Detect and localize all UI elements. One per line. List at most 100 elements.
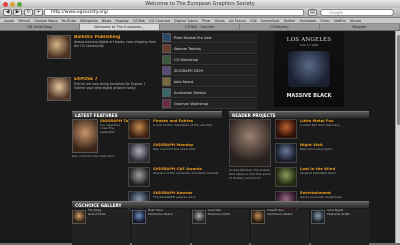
ad-subtitle: AUG 3-7 2009 bbox=[299, 44, 319, 47]
gallery-image bbox=[191, 210, 206, 224]
list-item[interactable]: Gnomon Workshop bbox=[162, 99, 257, 109]
list-item[interactable]: Animation Mentor bbox=[162, 88, 257, 98]
reload-button[interactable]: ↻ bbox=[24, 9, 33, 16]
bookmark-item[interactable]: Pixar bbox=[202, 18, 211, 23]
page-menu-button[interactable]: ▤ bbox=[308, 9, 317, 16]
reader-item[interactable]: Little Metal Fox A short film from Germa… bbox=[275, 118, 369, 139]
list-label: Wacom Tablets bbox=[174, 46, 201, 51]
reader-body: New personal project bbox=[300, 146, 332, 151]
bookmark-item[interactable]: Apple bbox=[4, 18, 14, 23]
feature-body: Winners of the computer animation festiv… bbox=[153, 170, 219, 175]
tab-bar: 3D Artist Mag Welcome to The European...… bbox=[0, 24, 400, 31]
feature-item[interactable]: Day one from the show floor bbox=[72, 154, 122, 159]
reader-image bbox=[275, 167, 297, 187]
address-bar[interactable]: http://www.egsociety.org/ bbox=[44, 9, 304, 16]
browser-window: Welcome to The European Graphics Society… bbox=[0, 0, 400, 245]
bookmark-item[interactable]: Wikipedia bbox=[80, 18, 98, 23]
bookmark-item[interactable]: Digital Tutors bbox=[174, 18, 198, 23]
promo-column: Ballistic Publishing Award-winning digit… bbox=[47, 31, 157, 109]
bookmark-item[interactable]: CGTalk bbox=[133, 18, 145, 23]
tab[interactable]: Blogger bbox=[320, 24, 400, 30]
back-button[interactable]: ◀ bbox=[3, 9, 12, 16]
list-item[interactable]: Jobs Board bbox=[162, 77, 257, 87]
promo-item[interactable]: Ballistic Publishing Award-winning digit… bbox=[47, 35, 157, 61]
forward-button[interactable]: ▶ bbox=[13, 9, 22, 16]
tab[interactable]: CGTalk - Forums bbox=[160, 24, 240, 30]
feature-item[interactable]: SIGGRAPH Monday Day one from the show fl… bbox=[128, 142, 222, 163]
tab[interactable]: CGSociety bbox=[240, 24, 320, 30]
gallery-item[interactable]: Desert Run CGChoice Award bbox=[251, 209, 310, 245]
feature-body: The SIGGRAPH awards are in bbox=[153, 194, 197, 199]
reader-image bbox=[275, 119, 297, 139]
bookmark-item[interactable]: IGN bbox=[250, 18, 257, 23]
list-item[interactable]: SIGGRAPH 2009 bbox=[162, 66, 257, 76]
bookmark-item[interactable]: CG Channel bbox=[149, 18, 170, 23]
feature-body: Day one from the show floor bbox=[72, 154, 115, 158]
sponsor-list: Pixel Bubble Pro Sale Wacom Tablets CG W… bbox=[162, 33, 257, 110]
promo-body: Entries are now being accepted for Expos… bbox=[74, 82, 147, 90]
gallery-item[interactable]: Cold Night Featured Artist bbox=[311, 209, 369, 245]
gallery-text: Desert Run CGChoice Award bbox=[267, 209, 292, 245]
feature-body: A look at the characters of the new film bbox=[153, 122, 213, 127]
vertical-scrollbar[interactable] bbox=[395, 31, 400, 243]
reader-item[interactable]: Lost in the Wind Student animated short bbox=[275, 166, 369, 187]
list-thumb bbox=[162, 33, 171, 42]
gallery-caption: Featured Artist bbox=[327, 211, 350, 216]
bookmark-item[interactable]: Shots bbox=[215, 18, 225, 23]
search-field[interactable]: Google bbox=[320, 9, 394, 16]
gallery-item[interactable]: Rush Hour CGChoice Award bbox=[131, 209, 190, 245]
tab-active[interactable]: Welcome to The European... bbox=[80, 24, 160, 30]
gallery-item[interactable]: Guardian Featured Artist bbox=[191, 209, 250, 245]
window-title: Welcome to The European Graphics Society bbox=[145, 1, 255, 7]
bookmark-item[interactable]: News bbox=[102, 18, 112, 23]
gallery-image bbox=[251, 210, 266, 224]
list-thumb bbox=[162, 55, 171, 64]
promo-image bbox=[47, 35, 71, 59]
gallery-text: Cold Night Featured Artist bbox=[327, 209, 349, 245]
gallery-strip: Fly Away Grand Prize Rush Hour CGChoice Aw… bbox=[72, 209, 369, 245]
list-item[interactable]: Pixel Bubble Pro Sale bbox=[162, 33, 257, 43]
reader-body: Student animated short bbox=[300, 170, 336, 175]
bookmark-item[interactable]: Facebook bbox=[300, 18, 317, 23]
bookmark-item[interactable]: Flickr bbox=[320, 18, 330, 23]
bookmark-item[interactable]: Google Maps bbox=[34, 18, 57, 23]
gallery-image bbox=[131, 210, 146, 224]
gallery-caption: Featured Artist bbox=[207, 211, 230, 216]
featured-photo[interactable] bbox=[72, 119, 98, 153]
gallery-image bbox=[311, 210, 326, 224]
gallery-caption: CGChoice Award bbox=[147, 211, 173, 216]
bookmark-item[interactable]: Ad Forum bbox=[229, 18, 246, 23]
gallery-item[interactable]: Fly Away Grand Prize bbox=[72, 209, 130, 245]
section-header-gallery: CGCHOICE GALLERY bbox=[72, 201, 369, 208]
bookmark-item[interactable]: Popular bbox=[115, 18, 128, 23]
section-header-latest: LATEST FEATURES bbox=[72, 111, 222, 118]
advertisement[interactable]: LOS ANGELES AUG 3-7 2009 MASSIVE BLACK bbox=[274, 31, 344, 107]
gallery-caption: Grand Prize bbox=[88, 211, 106, 216]
feature-item[interactable]: SIGGRAPH CAF Awards Winners of the compu… bbox=[128, 166, 222, 187]
feature-text: Day one from the show floor bbox=[72, 154, 122, 159]
list-thumb bbox=[162, 44, 171, 53]
bookmark-item[interactable]: Vimeo bbox=[350, 18, 361, 23]
bookmark-item[interactable]: Twitter bbox=[283, 18, 295, 23]
reader-photo[interactable] bbox=[229, 119, 271, 167]
reader-item[interactable]: Night Visit New personal project bbox=[275, 142, 369, 163]
promo-text: EXPOSE 7 Entries are now being accepted … bbox=[74, 77, 157, 103]
feature-item[interactable]: Pirates and Fairies A look at the charac… bbox=[128, 118, 222, 139]
tab[interactable]: 3D Artist Mag bbox=[0, 24, 80, 30]
list-item[interactable]: CG Workshop bbox=[162, 55, 257, 65]
promo-item[interactable]: EXPOSE 7 Entries are now being accepted … bbox=[47, 77, 157, 103]
list-thumb bbox=[162, 99, 171, 108]
feature-image bbox=[128, 167, 150, 187]
section-header-reader: READER PROJECTS bbox=[229, 111, 369, 118]
promo-body: Award-winning digital art books, now shi… bbox=[74, 40, 156, 48]
feature-text: SIGGRAPH CAF Awards Winners of the compu… bbox=[153, 166, 219, 187]
ad-brand: MASSIVE BLACK bbox=[286, 93, 332, 99]
bookmark-item[interactable]: GameSpot bbox=[261, 18, 280, 23]
feature-body: Our reporters cover the highlights bbox=[100, 122, 121, 135]
feature-item[interactable]: SIGGRAPH Tuesday Our reporters cover the… bbox=[100, 118, 141, 135]
add-bookmark-button[interactable]: + bbox=[34, 9, 43, 16]
bookmark-item[interactable]: YouTube bbox=[62, 18, 77, 23]
list-item[interactable]: Wacom Tablets bbox=[162, 44, 257, 54]
bookmark-item[interactable]: Netflix bbox=[334, 18, 346, 23]
bookmark-item[interactable]: Yahoo! bbox=[18, 18, 30, 23]
